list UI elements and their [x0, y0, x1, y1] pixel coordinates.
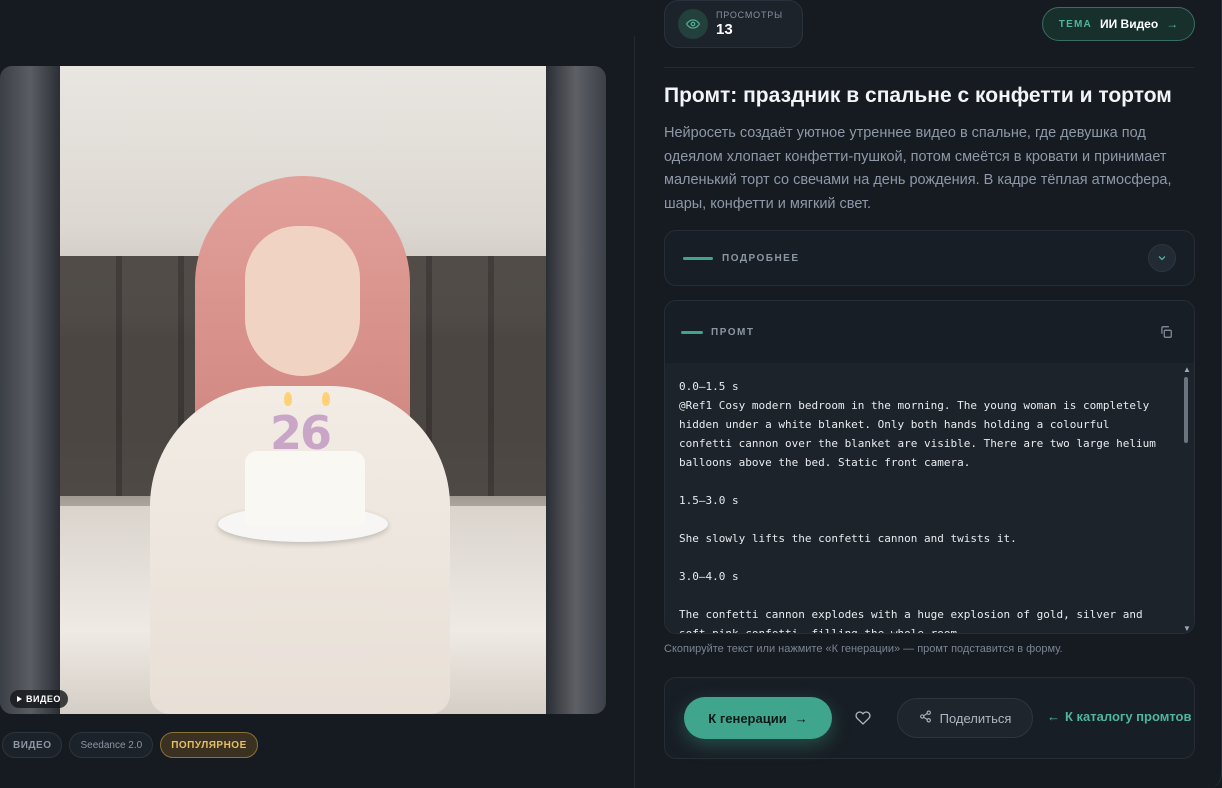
catalog-label: К каталогу промтов	[1065, 709, 1192, 724]
details-label: ПОДРОБНЕЕ	[722, 252, 800, 264]
share-button[interactable]: Поделиться	[897, 698, 1033, 738]
video-badge: ВИДЕО	[10, 690, 68, 708]
catalog-link[interactable]: ← К каталогу промтов	[1047, 709, 1191, 724]
share-icon	[919, 710, 932, 726]
chip-popular[interactable]: ПОПУЛЯРНОЕ	[160, 732, 258, 758]
scroll-up-icon[interactable]: ▲	[1183, 365, 1191, 374]
views-label: ПРОСМОТРЫ	[716, 10, 783, 20]
eye-icon	[678, 9, 708, 39]
photo-cake	[245, 451, 365, 526]
page-frame	[1192, 0, 1222, 788]
prompt-label: ПРОМТ	[711, 326, 755, 338]
views-count: 13	[716, 21, 733, 38]
arrow-left-icon: ←	[1047, 709, 1060, 724]
arrow-right-icon: →	[794, 710, 808, 726]
copy-hint: Скопируйте текст или нажмите «К генераци…	[664, 643, 1063, 655]
play-icon	[17, 696, 22, 702]
prompt-scrollbar[interactable]: ▲ ▼	[1181, 365, 1191, 633]
topic-key: ТЕМА	[1058, 18, 1092, 30]
prompt-panel: ПРОМТ 0.0–1.5 s @Ref1 Cosy modern bedroo…	[664, 300, 1195, 634]
arrow-right-icon: →	[1166, 17, 1179, 31]
accent-bar	[681, 330, 703, 334]
generate-label: К генерации	[708, 710, 787, 726]
details-accordion[interactable]: ПОДРОБНЕЕ	[664, 230, 1195, 286]
chip-model[interactable]: Seedance 2.0	[69, 732, 154, 758]
scroll-down-icon[interactable]: ▼	[1183, 624, 1191, 633]
photo-face	[245, 226, 360, 376]
heart-icon[interactable]	[851, 707, 875, 729]
chevron-down-icon[interactable]	[1148, 244, 1176, 272]
preview-image: 26	[60, 66, 546, 714]
page-title: Промт: праздник в спальне с конфетти и т…	[664, 84, 1172, 107]
photo-candles: 26	[270, 392, 350, 460]
header-divider	[664, 67, 1194, 68]
column-divider	[634, 36, 635, 788]
page-description: Нейросеть создаёт уютное утреннее видео …	[664, 125, 1172, 212]
chip-video[interactable]: ВИДЕО	[2, 732, 63, 758]
prompt-header: ПРОМТ	[665, 301, 1194, 363]
video-badge-label: ВИДЕО	[26, 694, 61, 704]
media-preview[interactable]: 26 ВИДЕО	[0, 66, 606, 714]
scroll-thumb[interactable]	[1184, 377, 1188, 443]
copy-icon[interactable]	[1154, 320, 1178, 344]
generate-button[interactable]: К генерации →	[684, 697, 832, 739]
topic-link[interactable]: ТЕМА ИИ Видео →	[1042, 7, 1195, 41]
tag-chips: ВИДЕО Seedance 2.0 ПОПУЛЯРНОЕ	[2, 732, 258, 758]
share-label: Поделиться	[939, 710, 1012, 726]
prompt-text[interactable]: 0.0–1.5 s @Ref1 Cosy modern bedroom in t…	[665, 363, 1194, 633]
actions-bar: К генерации → Поделиться ← К каталогу пр…	[664, 677, 1195, 759]
views-counter: ПРОСМОТРЫ 13	[664, 0, 803, 48]
topic-value: ИИ Видео	[1099, 17, 1159, 31]
accent-bar	[683, 256, 713, 260]
